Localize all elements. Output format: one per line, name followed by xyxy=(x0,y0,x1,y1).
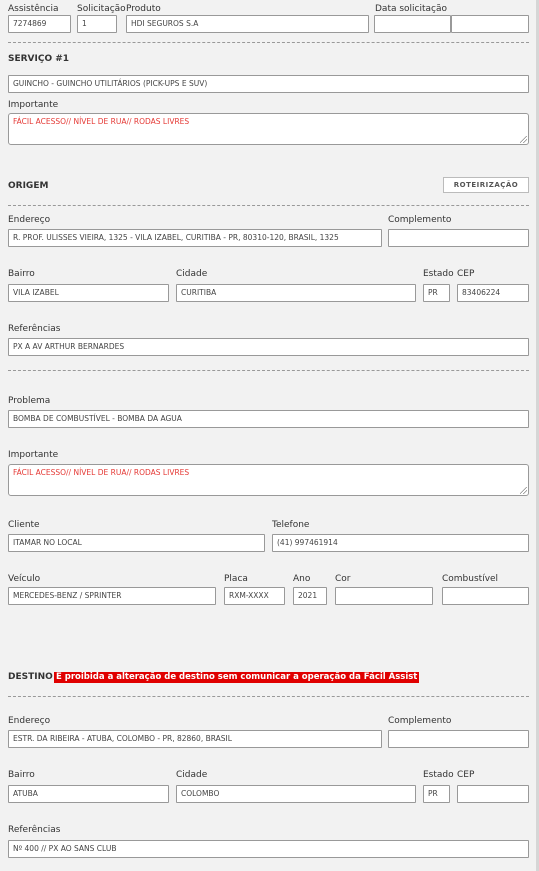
servico-importante-label: Importante xyxy=(8,100,59,110)
produto-field[interactable]: HDI SEGUROS S.A xyxy=(126,15,369,33)
origem-cep-label: CEP xyxy=(457,269,475,279)
problema-importante-label: Importante xyxy=(8,450,59,460)
solicitacao-field[interactable]: 1 xyxy=(77,15,117,33)
destino-complemento-field[interactable] xyxy=(388,730,529,748)
destino-estado-field[interactable]: PR xyxy=(423,785,450,803)
solicitacao-label: Solicitação xyxy=(77,4,126,14)
problema-importante-text: FÁCIL ACESSO// NÍVEL DE RUA// RODAS LIVR… xyxy=(13,468,190,477)
resize-grip-icon[interactable] xyxy=(520,136,527,143)
assistencia-field[interactable]: 7274869 xyxy=(8,15,71,33)
origem-referencias-label: Referências xyxy=(8,324,61,334)
destino-referencias-field[interactable]: Nº 400 // PX AO SANS CLUB xyxy=(8,840,529,858)
problema-label: Problema xyxy=(8,396,51,406)
divider xyxy=(8,696,529,697)
veiculo-label: Veículo xyxy=(8,574,41,584)
cor-field[interactable] xyxy=(335,587,433,605)
divider xyxy=(8,370,529,371)
data-solicitacao-time-field[interactable] xyxy=(451,15,529,33)
servico-importante-text: FÁCIL ACESSO// NÍVEL DE RUA// RODAS LIVR… xyxy=(13,117,190,126)
assistencia-label: Assistência xyxy=(8,4,59,14)
origem-cidade-field[interactable]: CURITIBA xyxy=(176,284,416,302)
destino-cidade-field[interactable]: COLOMBO xyxy=(176,785,416,803)
placa-field[interactable]: RXM-XXXX xyxy=(224,587,285,605)
telefone-field[interactable]: (41) 997461914 xyxy=(272,534,529,552)
origem-referencias-field[interactable]: PX A AV ARTHUR BERNARDES xyxy=(8,338,529,356)
data-solicitacao-label: Data solicitação xyxy=(375,4,448,14)
cliente-field[interactable]: ITAMAR NO LOCAL xyxy=(8,534,265,552)
origem-title: ORIGEM xyxy=(8,181,49,191)
cliente-label: Cliente xyxy=(8,520,40,530)
origem-estado-label: Estado xyxy=(423,269,454,279)
origem-complemento-label: Complemento xyxy=(388,215,452,225)
ano-label: Ano xyxy=(293,574,311,584)
destino-warning-badge: É proibida a alteração de destino sem co… xyxy=(54,672,420,683)
destino-bairro-field[interactable]: ATUBA xyxy=(8,785,169,803)
roteirizacao-button[interactable]: ROTEIRIZAÇÃO xyxy=(443,177,529,193)
destino-endereco-field[interactable]: ESTR. DA RIBEIRA - ATUBA, COLOMBO - PR, … xyxy=(8,730,382,748)
servico-field[interactable]: GUINCHO - GUINCHO UTILITÁRIOS (PICK-UPS … xyxy=(8,75,529,93)
placa-label: Placa xyxy=(224,574,248,584)
origem-complemento-field[interactable] xyxy=(388,229,529,247)
destino-bairro-label: Bairro xyxy=(8,770,35,780)
origem-bairro-field[interactable]: VILA IZABEL xyxy=(8,284,169,302)
divider xyxy=(8,42,529,43)
origem-endereco-field[interactable]: R. PROF. ULISSES VIEIRA, 1325 - VILA IZA… xyxy=(8,229,382,247)
veiculo-field[interactable]: MERCEDES-BENZ / SPRINTER xyxy=(8,587,216,605)
problema-importante-textarea[interactable]: FÁCIL ACESSO// NÍVEL DE RUA// RODAS LIVR… xyxy=(8,464,529,496)
combustivel-label: Combustível xyxy=(442,574,499,584)
destino-complemento-label: Complemento xyxy=(388,716,452,726)
destino-estado-label: Estado xyxy=(423,770,454,780)
origem-cidade-label: Cidade xyxy=(176,269,208,279)
combustivel-field[interactable] xyxy=(442,587,529,605)
resize-grip-icon[interactable] xyxy=(520,487,527,494)
origem-endereco-label: Endereço xyxy=(8,215,51,225)
destino-title: DESTINO xyxy=(8,672,53,682)
destino-cep-label: CEP xyxy=(457,770,475,780)
origem-bairro-label: Bairro xyxy=(8,269,35,279)
origem-cep-field[interactable]: 83406224 xyxy=(457,284,529,302)
servico-title: SERVIÇO #1 xyxy=(8,54,70,64)
destino-cep-field[interactable] xyxy=(457,785,529,803)
produto-label: Produto xyxy=(126,4,161,14)
destino-referencias-label: Referências xyxy=(8,825,61,835)
origem-estado-field[interactable]: PR xyxy=(423,284,450,302)
divider xyxy=(8,205,529,206)
data-solicitacao-date-field[interactable] xyxy=(374,15,451,33)
ano-field[interactable]: 2021 xyxy=(293,587,327,605)
telefone-label: Telefone xyxy=(272,520,310,530)
destino-endereco-label: Endereço xyxy=(8,716,51,726)
problema-field[interactable]: BOMBA DE COMBUSTÍVEL - BOMBA DA AGUA xyxy=(8,410,529,428)
cor-label: Cor xyxy=(335,574,351,584)
servico-importante-textarea[interactable]: FÁCIL ACESSO// NÍVEL DE RUA// RODAS LIVR… xyxy=(8,113,529,145)
destino-cidade-label: Cidade xyxy=(176,770,208,780)
